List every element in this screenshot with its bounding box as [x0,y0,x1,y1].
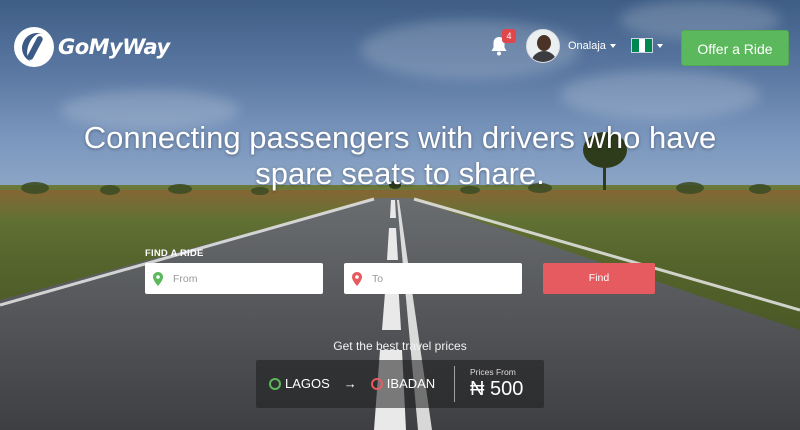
find-ride-label: FIND A RIDE [145,248,204,259]
chevron-down-icon[interactable] [657,44,663,48]
best-prices-heading: Get the best travel prices [333,339,467,353]
price-value: ₦ 500 [470,378,524,400]
top-navigation: GoMyWay 4 Onalaja Offer a Ride [0,0,800,95]
notification-badge: 4 [502,29,516,43]
origin-ring-icon [269,377,281,390]
divider [454,366,455,402]
route: LAGOS → IBADAN [269,376,435,391]
from-field[interactable] [145,263,323,294]
brand-logo[interactable]: GoMyWay [14,27,170,67]
avatar[interactable] [526,29,560,63]
price-promo-card[interactable]: LAGOS → IBADAN Prices From ₦ 500 [256,360,544,408]
offer-ride-button[interactable]: Offer a Ride [681,30,789,66]
from-input[interactable] [173,272,303,285]
arrow-right-icon: → [343,376,357,391]
to-input[interactable] [372,272,502,285]
origin-city: LAGOS [285,376,330,391]
destination-city: IBADAN [386,376,436,391]
price-label: Prices From [470,367,516,377]
brand-name: GoMyWay [58,35,170,59]
logo-icon [14,27,54,67]
find-button[interactable]: Find [543,263,655,294]
map-pin-icon [153,271,163,286]
username-label: Onalaja [568,40,606,52]
chevron-down-icon [609,44,616,48]
nigeria-flag-icon[interactable] [631,38,653,53]
hero-title: Connecting passengers with drivers who h… [83,120,717,191]
user-menu[interactable]: Onalaja [568,40,616,52]
to-field[interactable] [344,263,522,294]
destination-ring-icon [370,377,383,390]
map-pin-icon [352,271,362,286]
